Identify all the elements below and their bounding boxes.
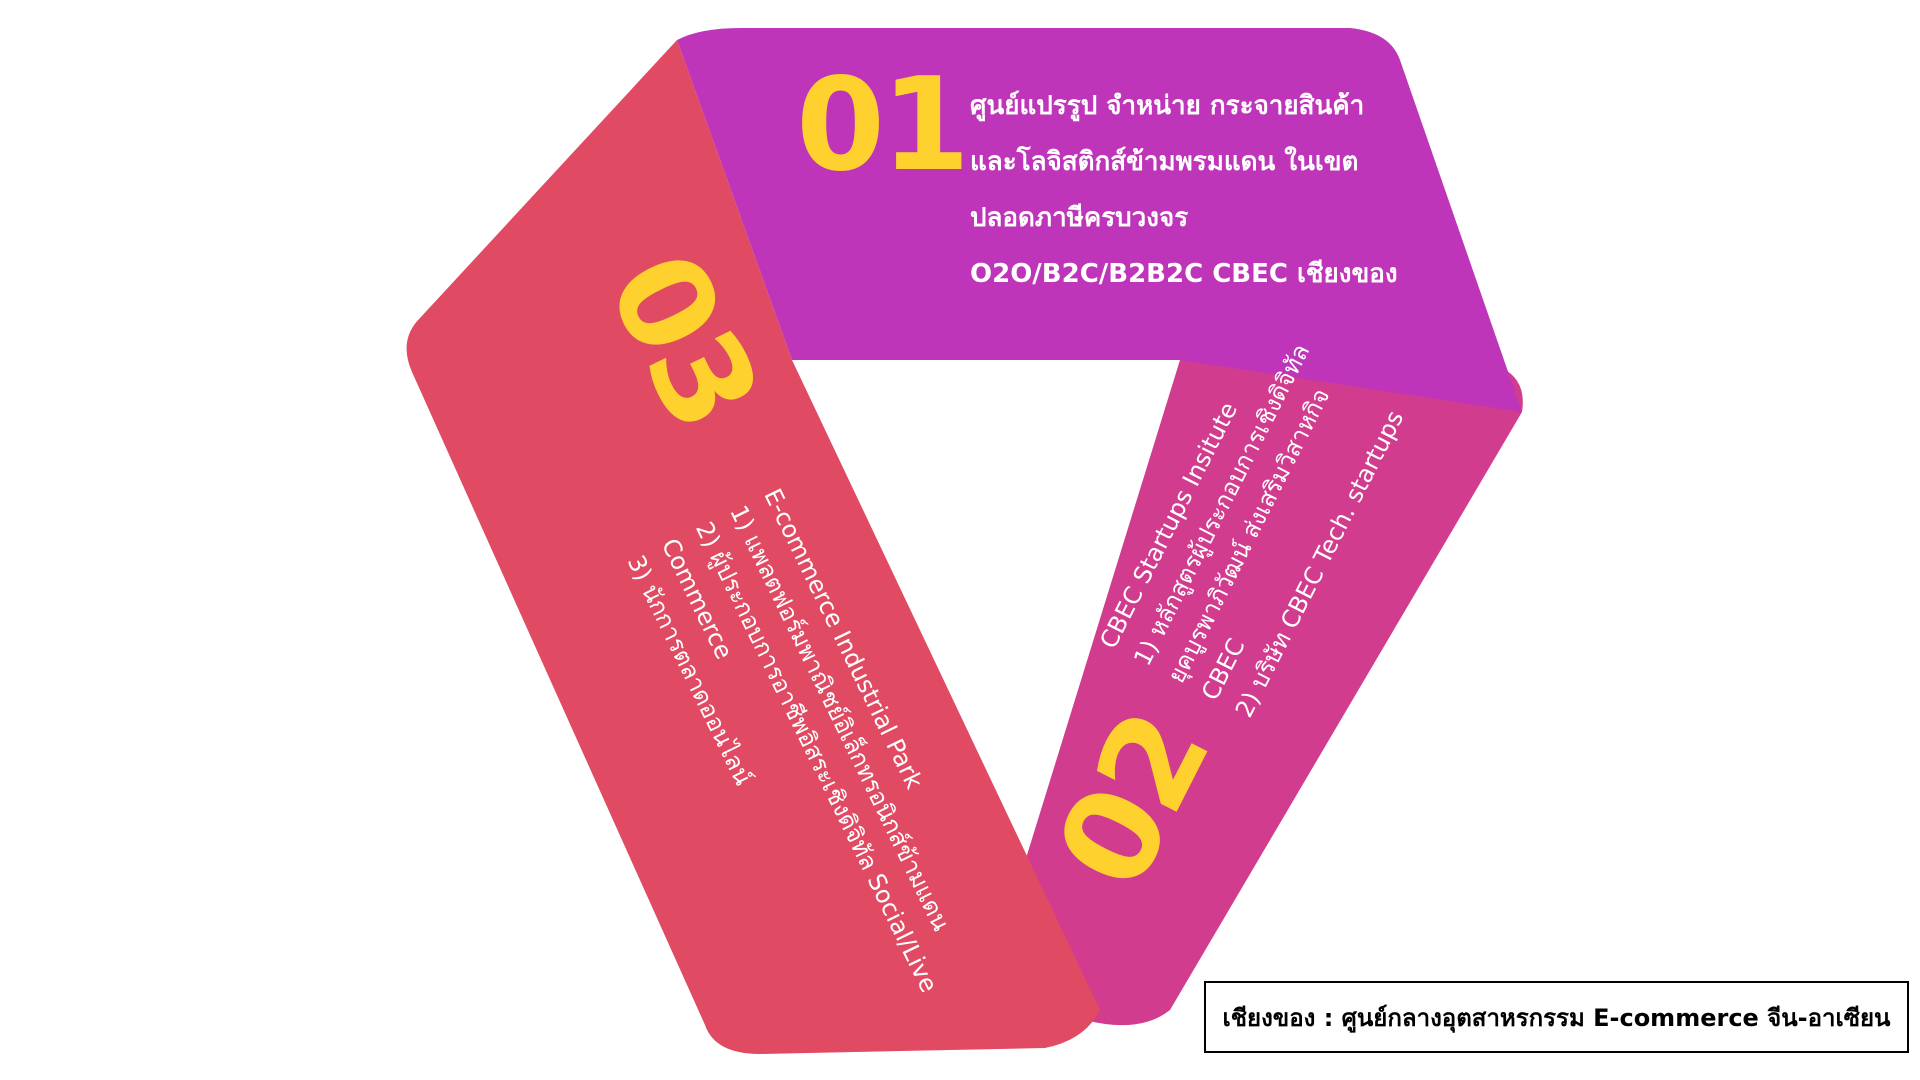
segment-01-line: ศูนย์แปรรูป จำหน่าย กระจายสินค้า — [970, 91, 1365, 121]
caption-box: เชียงของ : ศูนย์กลางอุตสาหรกรรม E-commer… — [1204, 981, 1909, 1053]
diagram-canvas: 01 ศูนย์แปรรูป จำหน่าย กระจายสินค้า และโ… — [0, 0, 1920, 1080]
segment-01-line: O2O/B2C/B2B2C CBEC เชียงของ — [970, 259, 1398, 289]
segment-01-line: และโลจิสติกส์ข้ามพรมแดน ในเขต — [970, 147, 1359, 177]
segment-01-text: ศูนย์แปรรูป จำหน่าย กระจายสินค้า และโลจิ… — [970, 78, 1398, 302]
segment-01-number: 01 — [796, 51, 970, 200]
segment-01-line: ปลอดภาษีครบวงจร — [970, 203, 1189, 233]
